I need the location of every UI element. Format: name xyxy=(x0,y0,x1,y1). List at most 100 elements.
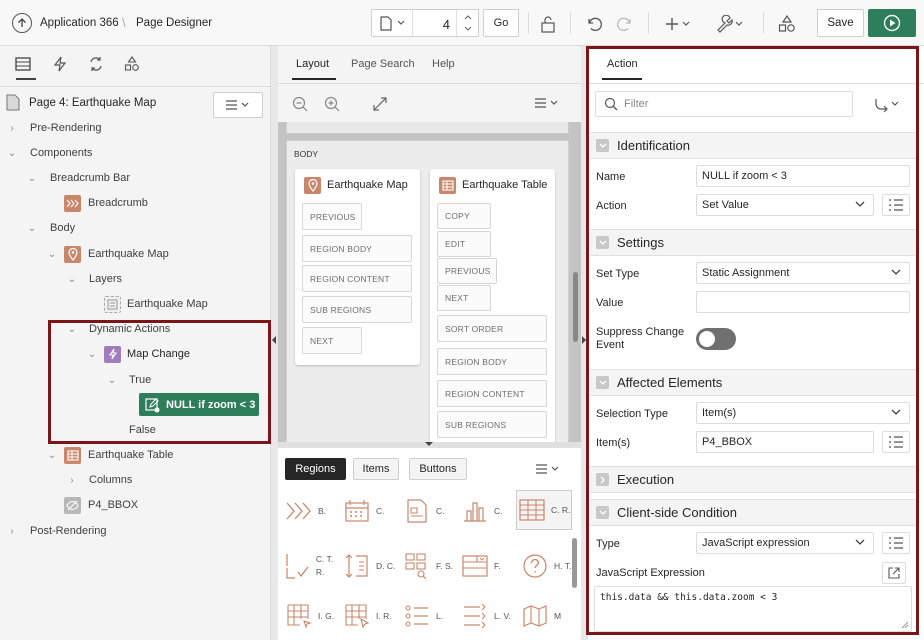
gallery-menu-icon[interactable] xyxy=(535,464,561,474)
gallery-scrollbar[interactable] xyxy=(572,538,577,588)
gallery-item-calendar[interactable]: C. xyxy=(342,492,400,530)
rendering-tab-icon[interactable] xyxy=(14,56,36,76)
body-region-slot[interactable]: BODY Earthquake Map PREVIOUS REGION BODY… xyxy=(286,140,569,442)
map-pin-icon xyxy=(64,245,81,263)
tree-node-earthquake-table[interactable]: ⌄ Earthquake Table xyxy=(0,444,270,466)
gallery-item-interactive-grid[interactable]: I. G. xyxy=(284,596,342,636)
chevron-down-icon: ⌄ xyxy=(47,449,57,461)
play-icon xyxy=(883,14,901,32)
lock-icon[interactable] xyxy=(537,13,559,35)
slot-next[interactable]: NEXT xyxy=(437,285,491,311)
body-label: BODY xyxy=(294,149,319,159)
earthquake-table-card[interactable]: Earthquake Table COPY EDIT PREVIOUS NEXT… xyxy=(430,169,555,442)
processing-tab-icon[interactable] xyxy=(88,56,104,72)
gallery-tab-items[interactable]: Items xyxy=(353,458,399,480)
table-card-title: Earthquake Table xyxy=(462,179,548,191)
gallery-item-breadcrumb[interactable]: B. xyxy=(284,492,342,530)
gallery-item-help-text[interactable]: H. T. xyxy=(520,544,578,588)
redo-icon[interactable] xyxy=(614,13,636,35)
slot-sub-regions[interactable]: SUB REGIONS xyxy=(302,296,412,323)
menu-icon xyxy=(226,100,249,110)
page-stepper[interactable] xyxy=(456,10,478,36)
run-page-button[interactable] xyxy=(868,9,916,37)
page-number-input[interactable]: 4 xyxy=(443,17,450,32)
tree-node-p4-bbox[interactable]: P4_BBOX xyxy=(0,494,270,516)
gallery-item-classic-report[interactable]: C. R. xyxy=(516,490,572,530)
app-name-link[interactable]: Application 366 xyxy=(40,17,119,29)
utilities-wrench-icon[interactable] xyxy=(714,13,746,35)
zoom-out-icon[interactable] xyxy=(292,96,308,112)
slot-edit[interactable]: EDIT xyxy=(437,231,491,257)
gallery-item-list[interactable]: L. xyxy=(402,596,460,636)
canvas-scrollbar[interactable] xyxy=(573,272,578,342)
tree-node-body[interactable]: ⌄ Body xyxy=(0,217,270,239)
page-designer-title: Page Designer xyxy=(136,17,213,29)
gallery-tab-buttons[interactable]: Buttons xyxy=(409,458,467,480)
shared-components-tab-icon[interactable] xyxy=(124,56,140,72)
gallery-item-content-row[interactable]: C. T. R. xyxy=(284,544,342,588)
layout-menu-icon[interactable] xyxy=(534,98,560,108)
create-menu-icon[interactable] xyxy=(664,13,694,35)
gallery-item-dynamic-content[interactable]: D. C. xyxy=(342,544,400,588)
gallery-item-map[interactable]: M xyxy=(520,596,578,636)
tree-node-layers[interactable]: ⌄ Layers xyxy=(0,268,270,290)
gallery-item-interactive-report[interactable]: I. R. xyxy=(342,596,400,636)
slot-region-body[interactable]: REGION BODY xyxy=(437,348,547,375)
tab-help[interactable]: Help xyxy=(432,58,455,70)
gallery-item-faceted-search[interactable]: F. S. xyxy=(402,544,460,588)
layout-canvas: BODY Earthquake Map PREVIOUS REGION BODY… xyxy=(278,122,581,442)
chevron-right-icon: › xyxy=(70,474,74,486)
gallery-item-list-view[interactable]: L. V. xyxy=(460,596,518,636)
tree-node-pre-rendering[interactable]: › Pre-Rendering xyxy=(0,117,270,139)
chevron-down-icon: ⌄ xyxy=(67,273,77,285)
tree-node-columns[interactable]: › Columns xyxy=(0,469,270,491)
slot-region-content[interactable]: REGION CONTENT xyxy=(302,265,412,292)
shared-components-icon[interactable] xyxy=(776,13,798,35)
go-button[interactable]: Go xyxy=(483,9,519,37)
gallery-tab-regions[interactable]: Regions xyxy=(285,458,346,480)
gallery-item-form[interactable]: F. xyxy=(460,544,518,588)
chevron-down-icon xyxy=(397,20,405,26)
top-toolbar: Application 366 \ Page Designer 4 Go Sav… xyxy=(0,0,924,46)
tab-layout[interactable]: Layout xyxy=(296,58,329,70)
tree-node-map-layer[interactable]: Earthquake Map xyxy=(0,293,270,315)
tree-node-breadcrumb[interactable]: Breadcrumb xyxy=(0,192,270,214)
left-splitter[interactable] xyxy=(271,46,278,640)
undo-icon[interactable] xyxy=(583,13,605,35)
breadcrumb-icon xyxy=(64,194,81,212)
page-title: Page 4: Earthquake Map xyxy=(29,97,157,109)
slot-next[interactable]: NEXT xyxy=(302,327,362,354)
highlight-box-dynamic-actions xyxy=(48,320,271,444)
page-selector[interactable]: 4 xyxy=(371,9,479,37)
slot-sort-order[interactable]: SORT ORDER xyxy=(437,315,547,342)
dynamic-content-icon xyxy=(342,551,372,581)
tree-menu-button[interactable] xyxy=(213,92,263,118)
tree-node-earthquake-map-region[interactable]: ⌄ Earthquake Map xyxy=(0,243,270,265)
app-home-icon[interactable] xyxy=(12,13,32,33)
tree-node-components[interactable]: ⌄ Components xyxy=(0,142,270,164)
slot-previous[interactable]: PREVIOUS xyxy=(302,203,362,230)
help-icon xyxy=(520,551,550,581)
classic-report-icon xyxy=(517,495,547,525)
layout-pane: Layout Page Search Help BODY Earthquake … xyxy=(278,46,581,640)
tab-page-search[interactable]: Page Search xyxy=(351,58,415,70)
slot-previous[interactable]: PREVIOUS xyxy=(437,258,497,284)
slot-copy[interactable]: COPY xyxy=(437,203,491,229)
table-icon xyxy=(439,177,456,194)
highlight-box-property-editor xyxy=(586,46,919,635)
gallery-item-cards[interactable]: C. xyxy=(402,492,460,530)
slot-sub-regions[interactable]: SUB REGIONS xyxy=(437,411,547,438)
tree-node-post-rendering[interactable]: › Post-Rendering xyxy=(0,520,270,542)
expand-icon[interactable] xyxy=(372,96,388,112)
interactive-grid-icon xyxy=(284,601,314,631)
tree-node-breadcrumb-bar[interactable]: ⌄ Breadcrumb Bar xyxy=(0,167,270,189)
page-icon xyxy=(380,16,392,31)
interactive-report-icon xyxy=(342,601,372,631)
slot-region-body[interactable]: REGION BODY xyxy=(302,235,412,262)
save-button[interactable]: Save xyxy=(817,9,864,37)
dynamic-actions-tab-icon[interactable] xyxy=(52,56,68,72)
earthquake-map-card[interactable]: Earthquake Map PREVIOUS REGION BODY REGI… xyxy=(295,169,420,365)
zoom-in-icon[interactable] xyxy=(324,96,340,112)
gallery-item-chart[interactable]: C. xyxy=(460,492,518,530)
slot-region-content[interactable]: REGION CONTENT xyxy=(437,380,547,407)
